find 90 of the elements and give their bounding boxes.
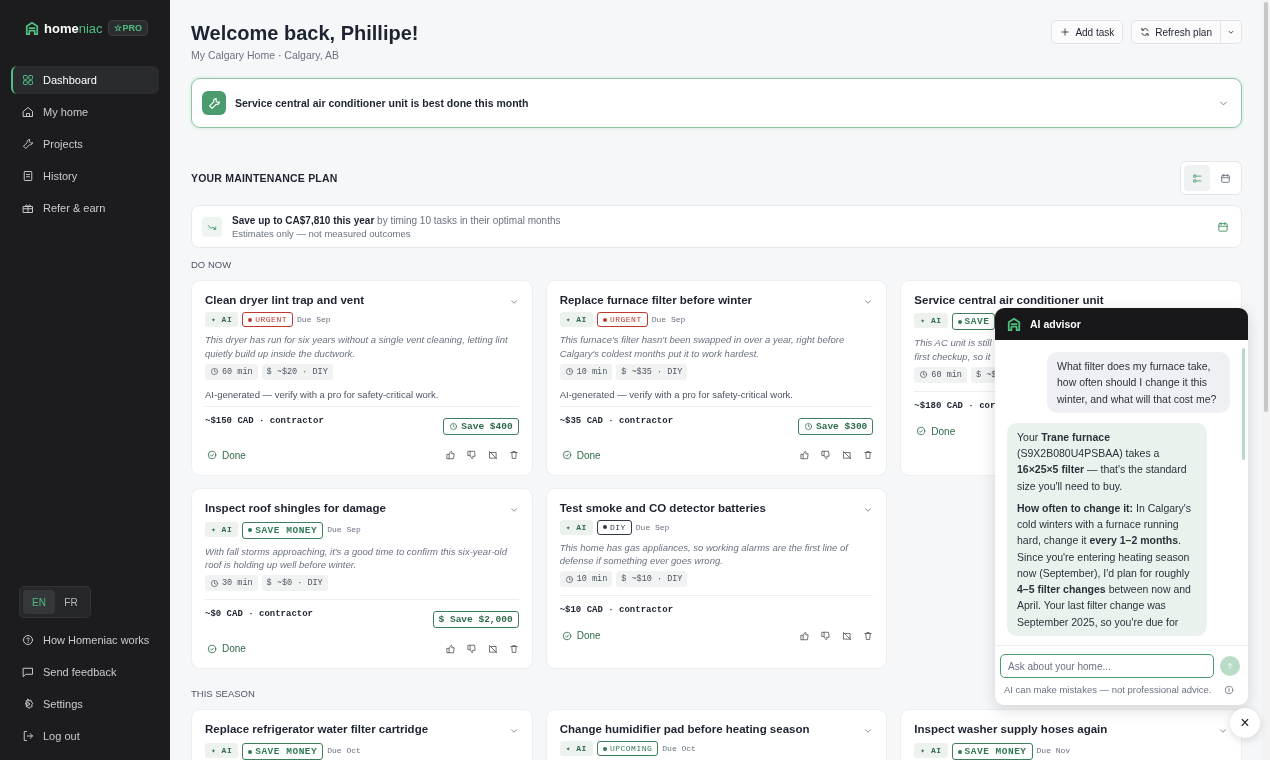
section-heading: DO NOW (191, 259, 232, 270)
tag: ✦ AI (205, 743, 239, 759)
contractor-price: ~$150 CAD · contractor (205, 415, 324, 426)
savings-text: Save up to CA$7,810 this year by timing 10 tasks in their optimal months (232, 214, 562, 226)
nav-item[interactable]: Dashboard (11, 66, 159, 94)
sidebar-link[interactable]: Settings (11, 690, 159, 718)
add-task-button[interactable]: Add task (1051, 20, 1124, 44)
done-button[interactable]: Done (205, 447, 248, 463)
tag: UPCOMING (596, 741, 659, 757)
task-description: This home has gas appliances, so working alarms are the first line of defense if something ever goes wrong. (559, 540, 850, 569)
chat-disclaimer: AI can make mistakes — not professional advice. (1004, 684, 1212, 695)
tag: DIY (596, 519, 632, 535)
section-heading: YOUR MAINTENANCE PLAN (191, 172, 338, 184)
time-chip: 10 min (559, 363, 613, 380)
task-description: This dryer has run for six years without a single vent cleaning, letting lint quietly build up inside the ductwork. (205, 333, 509, 361)
cost-chip: $ ~$10 · DIY (616, 571, 688, 588)
time-chip: 10 min (559, 571, 613, 588)
done-button[interactable]: Done (559, 628, 603, 644)
task-title: Inspect washer supply hoses again (914, 723, 1108, 736)
cost-chip: $ ~$35 · DIY (616, 363, 688, 380)
time-chip: 60 min (914, 366, 967, 383)
due-date: Due Sep (297, 315, 331, 324)
cost-chip: $ ~$20 · DIY (261, 363, 333, 380)
language-button[interactable]: FR (55, 590, 87, 614)
done-button[interactable]: Done (559, 447, 603, 463)
task-description: This furnace's filter hasn't been swapped in over a year, right before Calgary's coldest months put it to work hardest. (559, 333, 846, 361)
contractor-price: ~$35 CAD · contractor (559, 415, 674, 426)
tag: SAVE MONEY (951, 743, 1033, 760)
tag: URGENT (242, 312, 294, 327)
tag: ✦ AI (914, 313, 948, 328)
page-title: Welcome back, Phillipe! (191, 22, 419, 45)
due-date: Due Sep (651, 315, 686, 324)
nav-item[interactable]: Projects (11, 130, 159, 158)
savings-note: Estimates only — not measured outcomes (232, 227, 412, 239)
done-button[interactable]: Done (205, 641, 248, 657)
recommendation-banner[interactable]: Service central air conditioner unit is best done this month (191, 78, 1242, 128)
logo-text: homeniac (44, 20, 103, 36)
due-date: Due Oct (327, 746, 361, 756)
due-date: Due Nov (1036, 746, 1071, 756)
chat-input[interactable]: Ask about your home... (1000, 654, 1214, 678)
due-date: Due Sep (327, 524, 361, 534)
tag: ✦ AI (559, 312, 593, 327)
tag: SAVE MONEY (242, 743, 324, 760)
time-chip: 30 min (205, 575, 258, 592)
message-text: How often to change it: In Calgary's cold winters with a furnace running hard, change it every 1–2 months. Since you're entering heating season now (September), I'd plan for roughly 4–5 filter changes between now and April. Your last filter change was September 2025, so you're due for (1017, 500, 1193, 630)
refresh-plan-button[interactable]: Refresh plan (1131, 20, 1221, 44)
savings-badge: $ Save $2,000 (432, 611, 519, 629)
message-text: Your Trane furnace (S9X2B080U4PSBAA) takes a 16×25×5 filter — that's the standard size you'll need to buy. (1017, 429, 1188, 494)
tag: ✦ AI (559, 741, 593, 757)
nav-item[interactable]: History (11, 162, 159, 190)
done-button[interactable]: Done (914, 423, 958, 439)
sidebar-link[interactable]: Send feedback (11, 658, 159, 686)
task-title: Clean dryer lint trap and vent (205, 294, 365, 306)
task-title: Service central air conditioner unit (914, 294, 1104, 306)
task-title: Change humidifier pad before heating season (559, 723, 810, 736)
sidebar-link[interactable]: How Homeniac works (11, 626, 159, 654)
time-chip: 60 min (205, 363, 258, 380)
tag: URGENT (596, 312, 648, 327)
tag: ✦ AI (205, 521, 239, 537)
pro-badge: ☆PRO (108, 20, 148, 36)
task-title: Replace furnace filter before winter (559, 294, 753, 306)
contractor-price: ~$10 CAD · contractor (559, 605, 674, 616)
cost-chip: $ ~$0 · DIY (261, 575, 328, 592)
banner-text: Service central air conditioner unit is best done this month (235, 97, 530, 109)
task-description: With fall storms approaching, it's a good time to confirm this six-year-old roof is holding up well before winter. (205, 544, 509, 573)
nav-item[interactable]: Refer & earn (11, 194, 159, 222)
contractor-price: ~$180 CAD · cor (914, 400, 996, 411)
nav-item[interactable]: My home (11, 98, 159, 126)
close-button[interactable]: × (1230, 708, 1260, 738)
section-heading: THIS SEASON (191, 688, 255, 700)
tag: ✦ AI (205, 312, 239, 327)
savings-badge: Save $400 (443, 417, 519, 435)
due-date: Due Oct (662, 744, 696, 754)
ai-disclaimer: AI-generated — verify with a pro for safety-critical work. (559, 388, 794, 402)
sidebar-link[interactable]: Log out (11, 722, 159, 750)
task-title: Replace refrigerator water filter cartridge (205, 723, 429, 736)
chat-title: AI advisor (1030, 318, 1081, 330)
savings-badge: Save $300 (798, 417, 874, 435)
due-date: Due Sep (635, 522, 670, 532)
task-title: Test smoke and CO detector batteries (559, 501, 766, 514)
contractor-price: ~$0 CAD · contractor (205, 609, 314, 620)
tag: ✦ AI (914, 743, 948, 759)
ai-disclaimer: AI-generated — verify with a pro for safety-critical work. (205, 388, 440, 402)
task-title: Inspect roof shingles for damage (205, 501, 386, 514)
tag: ✦ AI (559, 519, 593, 535)
tag: SAVE MONEY (242, 521, 324, 539)
language-button[interactable]: EN (23, 590, 55, 614)
task-description: This AC unit is still first checkup, so it (914, 336, 993, 364)
home-location: My Calgary Home · Calgary, AB (191, 49, 340, 61)
message-text: What filter does my furnace take, how often should I change it this winter, and what will that cost me? (1057, 359, 1218, 407)
